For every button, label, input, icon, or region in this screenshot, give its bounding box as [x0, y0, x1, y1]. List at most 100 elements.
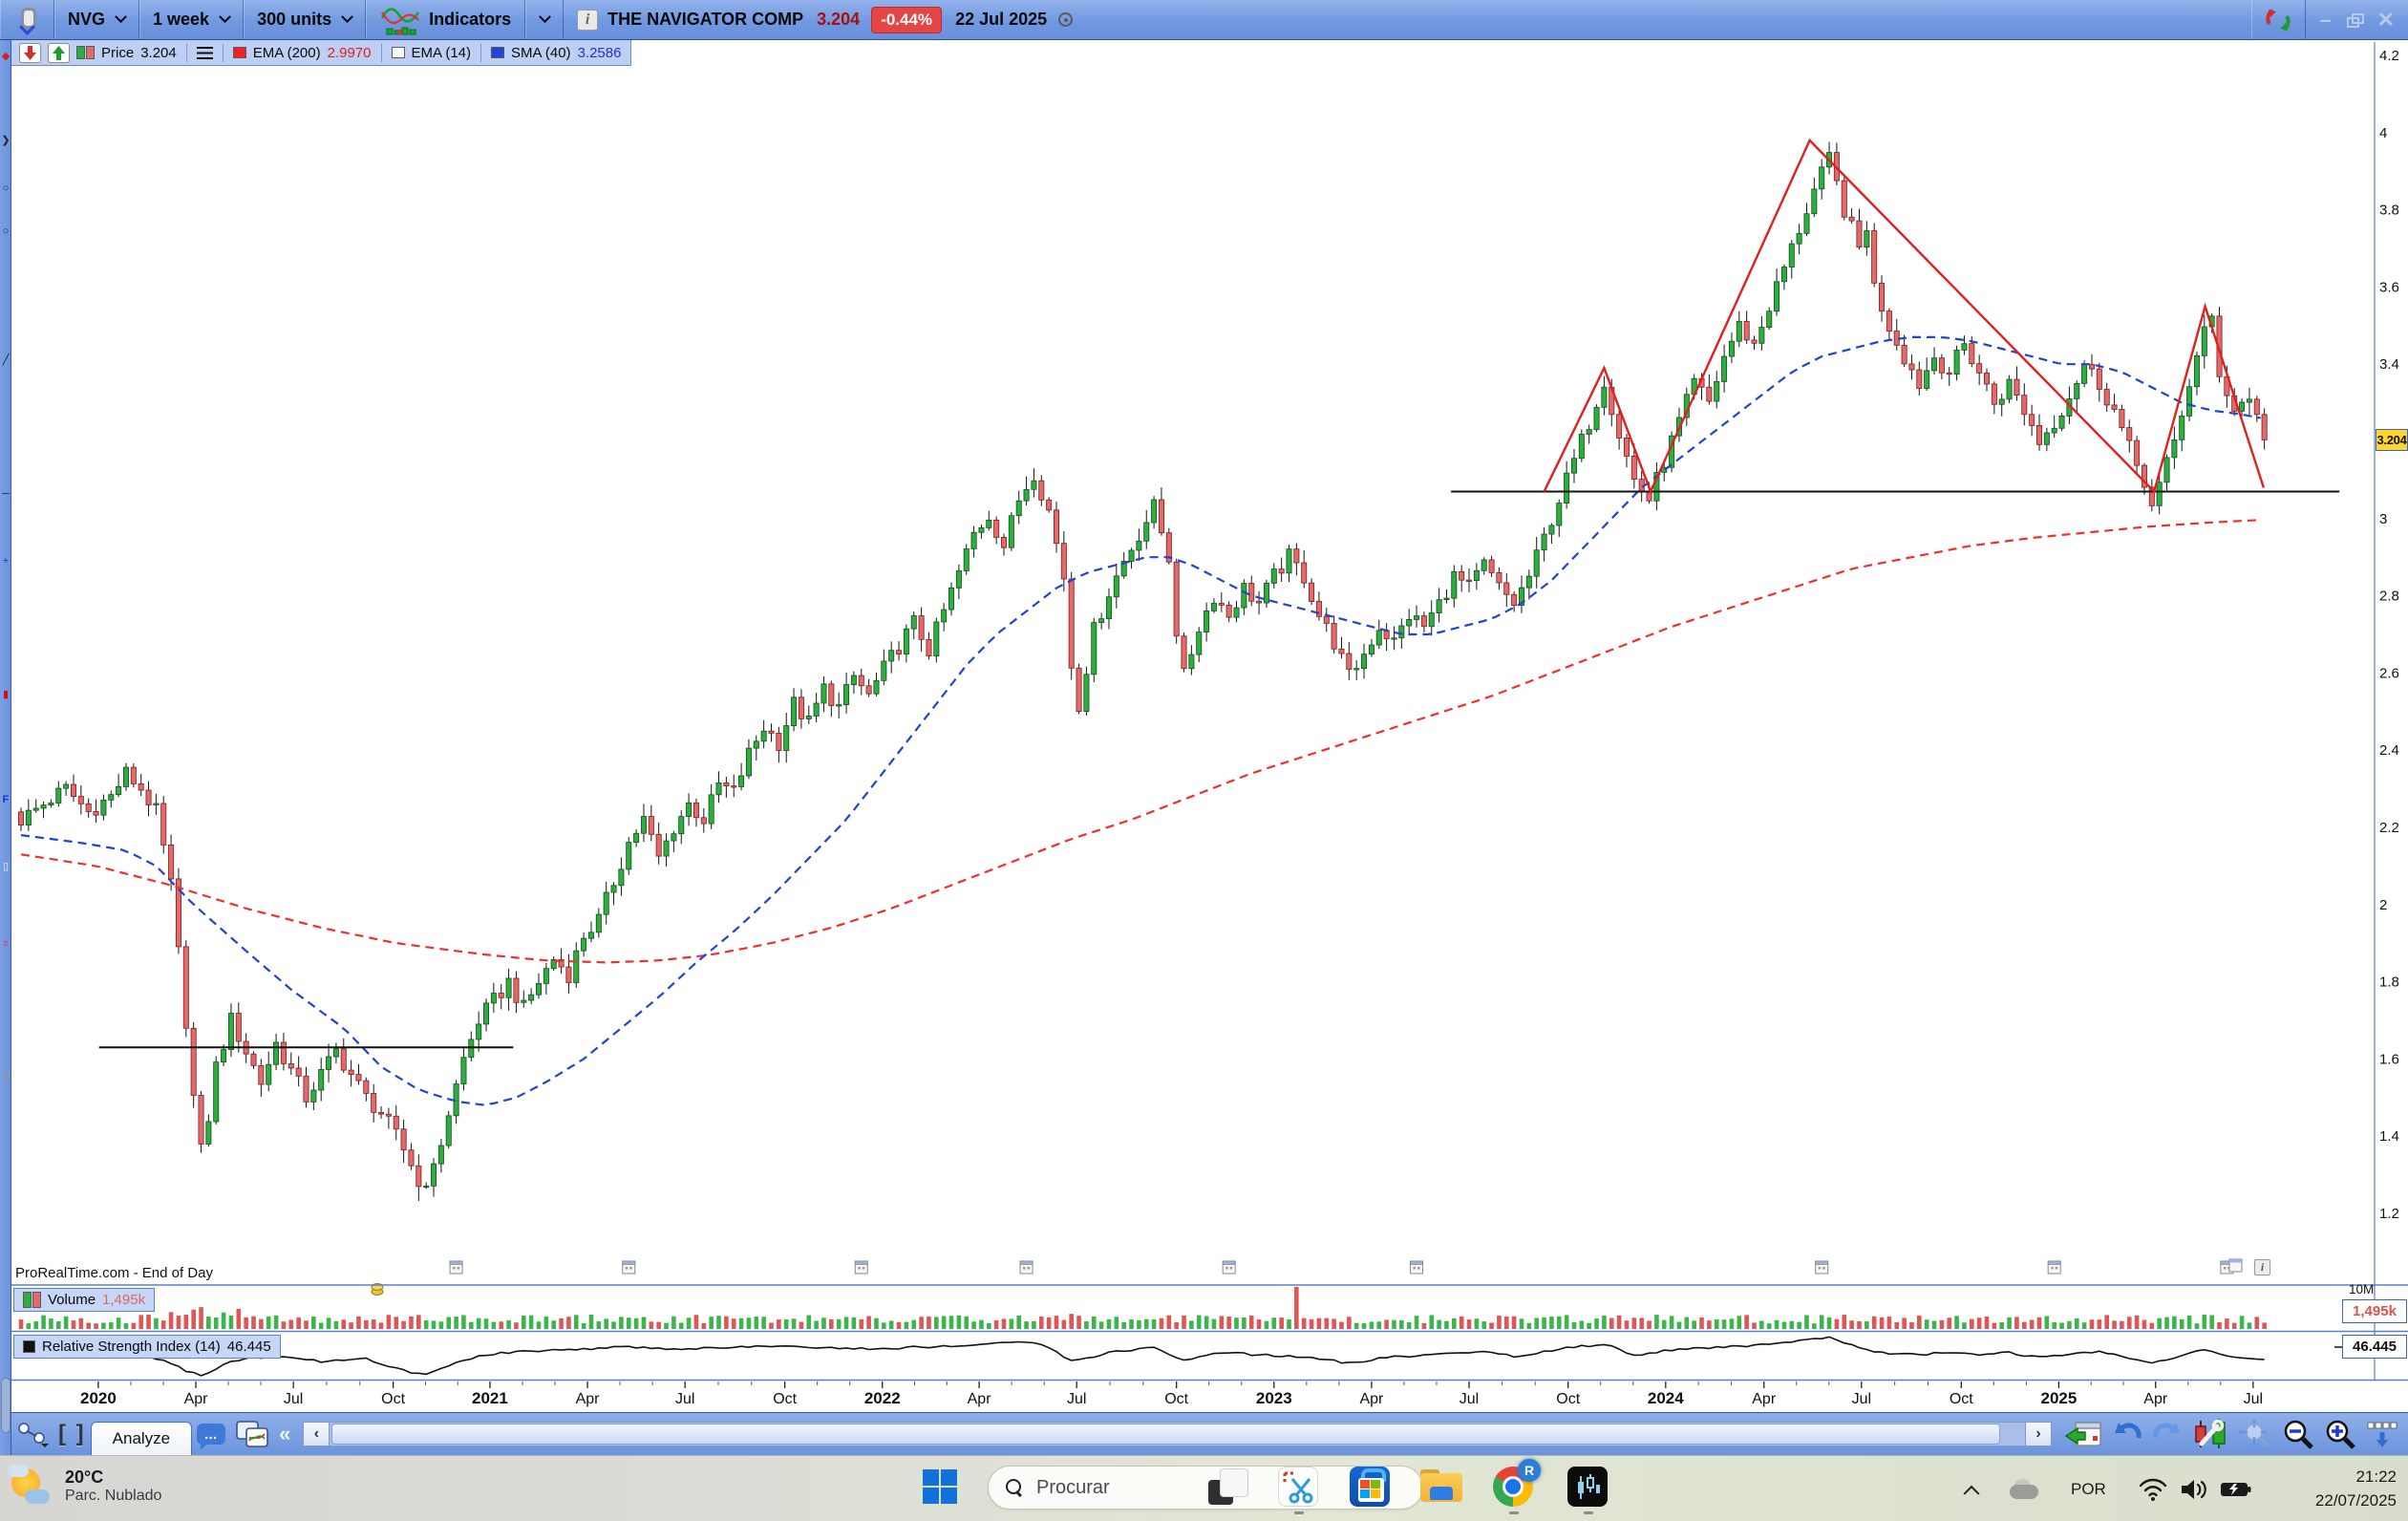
zoom-in-button[interactable]	[2324, 1417, 2356, 1451]
target-icon[interactable]	[1058, 12, 1073, 27]
svg-text:2020: 2020	[80, 1389, 117, 1407]
svg-text:Apr: Apr	[184, 1391, 209, 1407]
ema14-swatch[interactable]	[392, 47, 405, 58]
ema200-swatch[interactable]	[233, 47, 246, 58]
windows-layout-button[interactable]	[235, 1417, 269, 1451]
sell-button[interactable]	[19, 43, 41, 63]
svg-text:Jul: Jul	[284, 1391, 303, 1407]
language-indicator[interactable]: POR	[2071, 1456, 2106, 1521]
zoom-area-icon	[2238, 1419, 2272, 1449]
svg-text:2021: 2021	[472, 1389, 508, 1407]
brackets-button[interactable]: [ ]	[58, 1417, 86, 1451]
buy-button[interactable]	[48, 43, 70, 63]
svg-text:2023: 2023	[1256, 1389, 1292, 1407]
svg-text:3.8: 3.8	[2379, 203, 2399, 219]
indicators-caret-button[interactable]	[525, 0, 564, 39]
svg-text:4.2: 4.2	[2379, 48, 2399, 64]
list-icon[interactable]	[197, 47, 213, 59]
units-label: 300 units	[257, 10, 331, 30]
volume-axis-max: 10M	[2349, 1282, 2374, 1296]
prorealtime-window: 4.243.83.63.432.82.62.42.221.81.61.41.22…	[0, 0, 2408, 1521]
redo-button[interactable]	[2152, 1417, 2183, 1451]
price-value: 3.204	[140, 45, 177, 61]
task-view-icon	[1208, 1468, 1247, 1505]
svg-text:Jul: Jul	[1852, 1391, 1871, 1407]
tool-fragment-icon: ╱	[0, 355, 11, 366]
pin-icon	[19, 8, 34, 32]
info-icon[interactable]: i	[577, 10, 598, 31]
task-view-button[interactable]	[1206, 1466, 1248, 1508]
refresh-button[interactable]	[2251, 0, 2306, 39]
chrome-button[interactable]: R	[1492, 1466, 1534, 1508]
pin-button[interactable]	[0, 0, 54, 39]
prorealtime-button[interactable]	[1566, 1466, 1609, 1508]
snipping-tool-icon	[1278, 1467, 1318, 1507]
chat-icon: …	[197, 1424, 225, 1445]
periods-button[interactable]	[2366, 1417, 2398, 1451]
undo-button[interactable]	[2112, 1417, 2142, 1451]
indicators-button[interactable]: Indicators	[366, 0, 525, 39]
close-button[interactable]: ✕	[2377, 10, 2395, 31]
symbol-dropdown[interactable]: NVG	[54, 0, 139, 39]
scroll-right-button[interactable]: ›	[2025, 1422, 2052, 1446]
scrollbar-track[interactable]	[330, 1422, 2025, 1446]
svg-text:Apr: Apr	[1752, 1391, 1777, 1407]
clock[interactable]: 21:22 22/07/2025	[2315, 1466, 2397, 1512]
collapse-button[interactable]: «	[279, 1417, 290, 1451]
svg-text:Apr: Apr	[2143, 1391, 2168, 1407]
candle-style-icon[interactable]	[76, 46, 95, 59]
chat-button[interactable]: …	[197, 1417, 225, 1451]
scrollbar-thumb[interactable]	[331, 1424, 2000, 1445]
timeframe-label: 1 week	[153, 10, 209, 30]
svg-text:1.6: 1.6	[2379, 1051, 2399, 1067]
snipping-tool-button[interactable]	[1277, 1466, 1319, 1508]
share-button[interactable]	[16, 1417, 49, 1451]
window-controls: – ✕	[2306, 10, 2408, 31]
windows-logo-icon	[921, 1467, 959, 1506]
volume-panel-legend[interactable]: Volume 1,495k	[13, 1288, 155, 1312]
window-titlebar: NVG 1 week 300 units Indicators i THE NA…	[0, 0, 2408, 40]
rsi-panel-legend[interactable]: Relative Strength Index (14) 46.445	[13, 1335, 281, 1359]
store-button[interactable]	[1349, 1466, 1391, 1508]
chart-settings-button[interactable]	[2192, 1417, 2228, 1451]
analyze-tab[interactable]: Analyze	[91, 1422, 192, 1456]
file-explorer-button[interactable]	[1420, 1466, 1462, 1508]
tray-expand-button[interactable]	[1966, 1456, 1977, 1521]
zoom-out-icon	[2282, 1419, 2314, 1449]
tool-fragment-icon: ○	[0, 226, 11, 237]
scroll-left-button[interactable]: ‹	[303, 1422, 330, 1446]
battery-icon	[2220, 1479, 2252, 1500]
goto-date-button[interactable]	[2064, 1417, 2102, 1451]
weather-icon	[8, 1463, 53, 1509]
volume-button[interactable]	[2180, 1456, 2208, 1521]
running-indicator	[1294, 1511, 1304, 1514]
clock-time: 21:22	[2315, 1466, 2397, 1489]
ema200-value: 2.9970	[328, 45, 372, 61]
start-button[interactable]	[919, 1466, 961, 1508]
price-chart[interactable]: 4.243.83.63.432.82.62.42.221.81.61.41.22…	[0, 0, 2408, 1521]
windows-taskbar: 20°C Parc. Nublado Procurar	[0, 1455, 2408, 1521]
wifi-button[interactable]	[2138, 1456, 2168, 1521]
instrument-name: THE NAVIGATOR COMP	[607, 10, 803, 30]
units-dropdown[interactable]: 300 units	[244, 0, 366, 39]
battery-button[interactable]	[2220, 1456, 2252, 1521]
svg-text:Apr: Apr	[968, 1391, 992, 1407]
left-tool-strip[interactable]: ◆ ❯ ○ ○ ╱ ─ + ▮ F ▯ ± ☆	[0, 40, 11, 1455]
restore-button[interactable]	[2347, 13, 2362, 27]
info-icon-small[interactable]: i	[2254, 1259, 2270, 1275]
minimize-button[interactable]: –	[2319, 10, 2331, 31]
clock-date: 22/07/2025	[2315, 1489, 2397, 1513]
indicators-icon	[379, 5, 421, 35]
svg-text:4: 4	[2379, 125, 2387, 141]
timeframe-dropdown[interactable]: 1 week	[139, 0, 244, 39]
svg-text:Oct: Oct	[1556, 1391, 1580, 1407]
zoom-out-button[interactable]	[2282, 1417, 2314, 1451]
strip-scroll-thumb[interactable]	[1, 1378, 11, 1433]
svg-text:3.4: 3.4	[2379, 356, 2399, 373]
chevron-down-icon	[219, 11, 231, 23]
weather-widget[interactable]: 20°C Parc. Nublado	[8, 1463, 161, 1509]
sma40-swatch[interactable]	[491, 47, 504, 58]
zoom-area-button[interactable]	[2238, 1417, 2272, 1451]
onedrive-button[interactable]	[2008, 1456, 2040, 1521]
chart-scrollbar[interactable]: ‹ ›	[303, 1422, 2052, 1446]
